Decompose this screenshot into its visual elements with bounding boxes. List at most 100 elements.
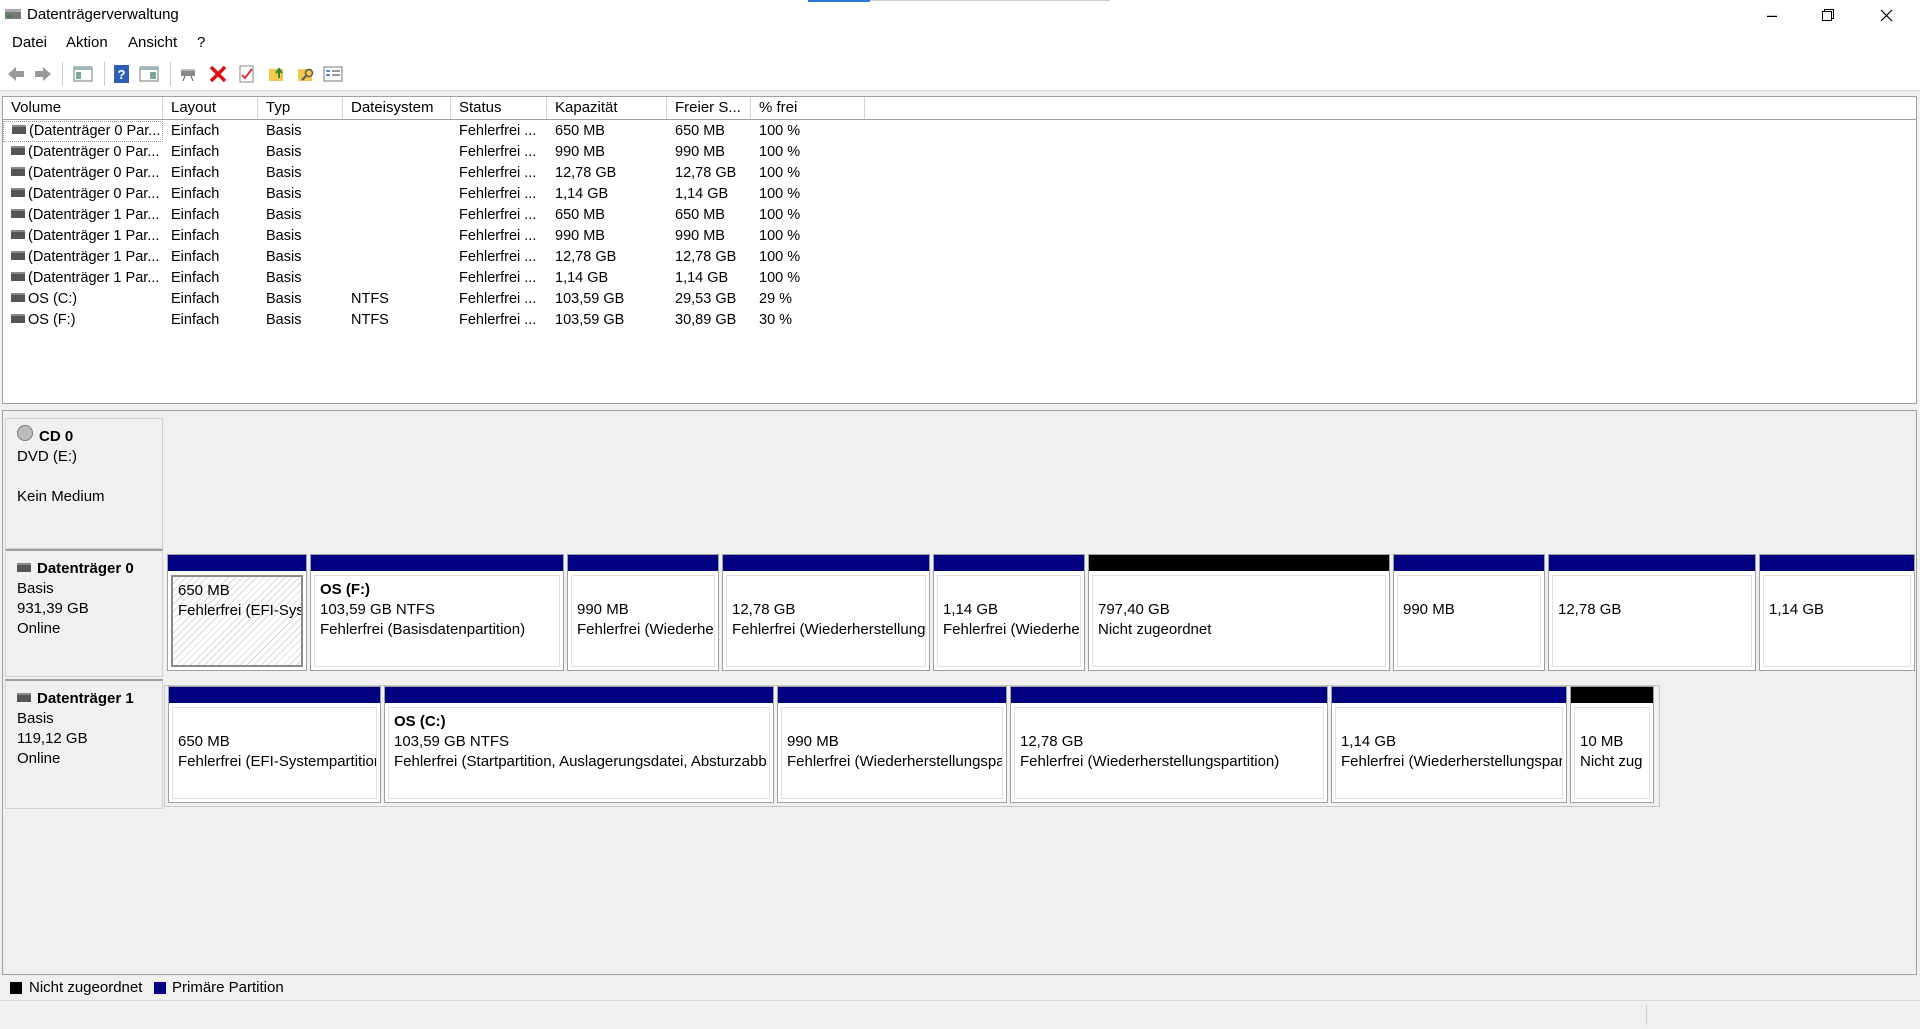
cd0-label[interactable]: CD 0 DVD (E:) Kein Medium (5, 418, 163, 549)
col-layout[interactable]: Layout (163, 97, 258, 119)
table-row[interactable]: (Datenträger 1 Par... Einfach Basis Fehl… (3, 268, 1916, 289)
col-typ[interactable]: Typ (258, 97, 343, 119)
primary-partition-bar (168, 555, 306, 571)
menu-aktion[interactable]: Aktion (66, 34, 108, 51)
properties-window-icon[interactable] (139, 64, 159, 84)
filesystem-cell (343, 184, 451, 205)
disk0-partition-9[interactable]: 1,14 GB (1759, 554, 1915, 671)
capacity-cell: 650 MB (555, 123, 605, 139)
primary-partition-bar (723, 555, 929, 571)
toolbar: ? (0, 56, 1920, 91)
layout-cell: Einfach (171, 249, 220, 265)
disk1-partition-os-c[interactable]: OS (C:) 103,59 GB NTFS Fehlerfrei (Startpa… (384, 686, 774, 803)
disk0-partition-5[interactable]: 1,14 GB Fehlerfrei (Wiederhe (933, 554, 1085, 671)
filesystem-cell (343, 205, 451, 226)
menu-help[interactable]: ? (197, 34, 205, 51)
free-space-cell: 650 MB (675, 123, 725, 139)
disk0-label[interactable]: Datenträger 0 Basis 931,39 GB Online (5, 549, 163, 677)
properties-icon[interactable] (323, 64, 343, 84)
col-status[interactable]: Status (451, 97, 547, 119)
table-row[interactable]: (Datenträger 0 Par... Einfach Basis Fehl… (3, 142, 1916, 163)
table-row[interactable]: (Datenträger 0 Par... Einfach Basis Fehl… (3, 163, 1916, 184)
folder-up-icon[interactable] (267, 64, 287, 84)
volume-cell: (Datenträger 0 Par... (3, 142, 163, 163)
col-kapazitaet[interactable]: Kapazität (547, 97, 667, 119)
capacity-cell: 103,59 GB (555, 291, 625, 307)
disk0-unallocated[interactable]: 797,40 GB Nicht zugeordnet (1088, 554, 1390, 671)
percent-free-cell: 100 % (759, 270, 801, 286)
primary-partition-bar (568, 555, 718, 571)
free-space-cell: 650 MB (675, 207, 725, 223)
show-hide-console-tree-icon[interactable] (73, 64, 93, 84)
delete-icon[interactable] (208, 64, 228, 84)
disk1-partition-3[interactable]: 990 MB Fehlerfrei (Wiederherstellungspa (777, 686, 1007, 803)
col-prozent-frei[interactable]: % frei (751, 97, 865, 119)
col-volume[interactable]: Volume (3, 97, 163, 119)
minimize-button[interactable]: – (1744, 0, 1800, 30)
restore-icon (1822, 9, 1834, 21)
type-cell: Basis (266, 186, 302, 202)
primary-partition-bar (1394, 555, 1544, 571)
free-space-cell: 990 MB (675, 144, 725, 160)
disk0-name: Datenträger 0 (37, 560, 134, 577)
disk0-type: Basis (17, 580, 54, 597)
filesystem-cell (343, 121, 451, 142)
forward-icon[interactable] (33, 64, 53, 84)
table-row[interactable]: OS (C:) Einfach Basis NTFS Fehlerfrei ..… (3, 289, 1916, 310)
primary-partition-bar (1760, 555, 1914, 571)
capacity-cell: 12,78 GB (555, 165, 617, 181)
help-icon[interactable]: ? (112, 64, 132, 84)
volume-cell: (Datenträger 1 Par... (3, 205, 163, 226)
volume-cell: OS (C:) (3, 289, 163, 310)
percent-free-cell: 29 % (759, 291, 793, 307)
restore-button[interactable] (1800, 0, 1856, 30)
col-dateisystem[interactable]: Dateisystem (343, 97, 451, 119)
menu-datei[interactable]: Datei (12, 34, 47, 51)
disk0-partition-3[interactable]: 990 MB Fehlerfrei (Wiederhe (567, 554, 719, 671)
disk1-state: Online (17, 750, 61, 767)
drive-icon (11, 187, 25, 197)
table-row[interactable]: (Datenträger 1 Par... Einfach Basis Fehl… (3, 205, 1916, 226)
table-row[interactable]: (Datenträger 1 Par... Einfach Basis Fehl… (3, 247, 1916, 268)
table-row[interactable]: OS (F:) Einfach Basis NTFS Fehlerfrei ..… (3, 310, 1916, 331)
unallocated-bar (1089, 555, 1389, 571)
col-freier-speicher[interactable]: Freier S... (667, 97, 751, 119)
menu-ansicht[interactable]: Ansicht (128, 34, 177, 51)
table-row[interactable]: (Datenträger 0 Par... Einfach Basis Fehl… (3, 184, 1916, 205)
back-icon[interactable] (6, 64, 26, 84)
disk1-partition-1[interactable]: 650 MB Fehlerfrei (EFI-Systempartition (168, 686, 381, 803)
disk1-label[interactable]: Datenträger 1 Basis 119,12 GB Online (5, 679, 163, 809)
drive-icon (11, 166, 25, 176)
primary-partition-bar (311, 555, 563, 571)
percent-free-cell: 30 % (759, 312, 793, 328)
drive-icon (11, 313, 25, 323)
connect-drive-icon[interactable] (178, 64, 198, 84)
layout-cell: Einfach (171, 312, 220, 328)
status-cell: Fehlerfrei ... (459, 123, 537, 139)
disk1-partition-5[interactable]: 1,14 GB Fehlerfrei (Wiederherstellungspar (1331, 686, 1567, 803)
table-row[interactable]: (Datenträger 0 Par... Einfach Basis Fehl… (3, 121, 1916, 142)
disk0-partition-4[interactable]: 12,78 GB Fehlerfrei (Wiederherstellung (722, 554, 930, 671)
status-separator (1646, 1005, 1647, 1025)
folder-search-icon[interactable] (296, 64, 316, 84)
status-cell: Fehlerfrei ... (459, 144, 537, 160)
disk0-partition-os-f[interactable]: OS (F:) 103,59 GB NTFS Fehlerfrei (Basisda… (310, 554, 564, 671)
unallocated-swatch (10, 982, 22, 994)
pane-splitter[interactable] (0, 404, 1920, 408)
unallocated-bar (1571, 687, 1653, 703)
drive-icon (11, 145, 25, 155)
drive-icon (11, 250, 25, 260)
capacity-cell: 990 MB (555, 144, 605, 160)
table-row[interactable]: (Datenträger 1 Par... Einfach Basis Fehl… (3, 226, 1916, 247)
toolbar-separator (170, 62, 171, 86)
close-button[interactable] (1858, 0, 1914, 30)
disk0-partition-7[interactable]: 990 MB (1393, 554, 1545, 671)
checkmark-icon[interactable] (237, 64, 257, 84)
disk1-partition-4[interactable]: 12,78 GB Fehlerfrei (Wiederherstellungspa… (1010, 686, 1328, 803)
disk0-partition-8[interactable]: 12,78 GB (1548, 554, 1756, 671)
disk0-partition-1[interactable]: 650 MB Fehlerfrei (EFI-Syst (167, 554, 307, 671)
cd0-media-status: Kein Medium (17, 488, 105, 505)
disk1-unallocated[interactable]: 10 MB Nicht zug (1570, 686, 1654, 803)
disk1-name: Datenträger 1 (37, 690, 134, 707)
drive-icon (11, 271, 25, 281)
